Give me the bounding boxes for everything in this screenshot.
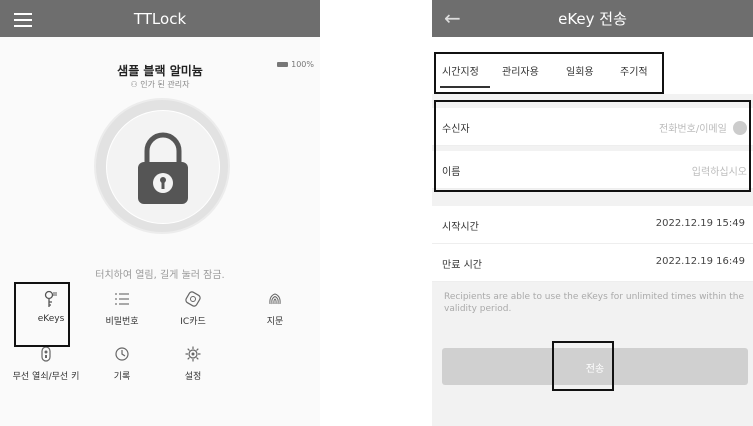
- menu-item-ic-card[interactable]: IC카드: [158, 290, 228, 327]
- menu-item-settings[interactable]: 설정: [158, 345, 228, 382]
- tabs-highlight-box: [434, 52, 664, 94]
- lock-home-screen: TTLock 샘플 블랙 알미늄 ⚇ 인가 된 관리자 100% 터치하여 열림…: [0, 0, 320, 426]
- end-time-value[interactable]: 2022.12.19 16:49: [656, 256, 745, 267]
- lock-name: 샘플 블랙 알미늄: [117, 64, 203, 78]
- top-bar: TTLock: [0, 0, 320, 37]
- ic-card-icon: [185, 291, 201, 307]
- menu-item-wireless-keyfob[interactable]: 무선 열쇠/무선 키: [6, 345, 86, 382]
- back-arrow-icon[interactable]: ←: [444, 6, 461, 30]
- end-time-label: 만료 시간: [442, 260, 482, 271]
- start-time-label: 시작시간: [442, 222, 479, 233]
- settings-gear-icon: [185, 346, 201, 362]
- user-icon: ⚇: [130, 80, 138, 89]
- lock-role: ⚇ 인가 된 관리자: [130, 80, 190, 89]
- send-highlight-box: [552, 341, 614, 391]
- menu-item-fingerprint[interactable]: 지문: [240, 290, 310, 327]
- top-bar: ← eKey 전송: [432, 0, 753, 37]
- recipient-name-highlight-box: [434, 100, 751, 192]
- lock-hint: 터치하여 열림, 길게 눌러 잠금.: [95, 270, 225, 281]
- menu-item-history[interactable]: 기록: [87, 345, 157, 382]
- unlock-button[interactable]: [94, 98, 230, 234]
- validity-note: Recipients are able to use the eKeys for…: [444, 292, 744, 314]
- fingerprint-icon: [269, 293, 281, 305]
- passcode-icon: [115, 293, 129, 305]
- menu-item-passcode[interactable]: 비밀번호: [87, 290, 157, 327]
- wireless-keyfob-icon: [41, 346, 51, 362]
- ekeys-highlight-box: [14, 282, 70, 347]
- battery-icon: [277, 62, 289, 67]
- menu-icon[interactable]: [14, 9, 32, 31]
- history-icon: [115, 347, 129, 361]
- start-time-row[interactable]: 시작시간 2022.12.19 15:49: [432, 206, 753, 244]
- end-time-row[interactable]: 만료 시간 2022.12.19 16:49: [432, 244, 753, 282]
- app-title: TTLock: [133, 9, 187, 28]
- start-time-value[interactable]: 2022.12.19 15:49: [656, 218, 745, 229]
- battery-status: 100%: [277, 60, 314, 69]
- screen-title: eKey 전송: [558, 10, 627, 28]
- send-ekey-screen: ← eKey 전송 시간지정 관리자용 일회용 주기적 수신자 전화번호/이메일…: [432, 0, 753, 426]
- padlock-icon: [138, 132, 188, 204]
